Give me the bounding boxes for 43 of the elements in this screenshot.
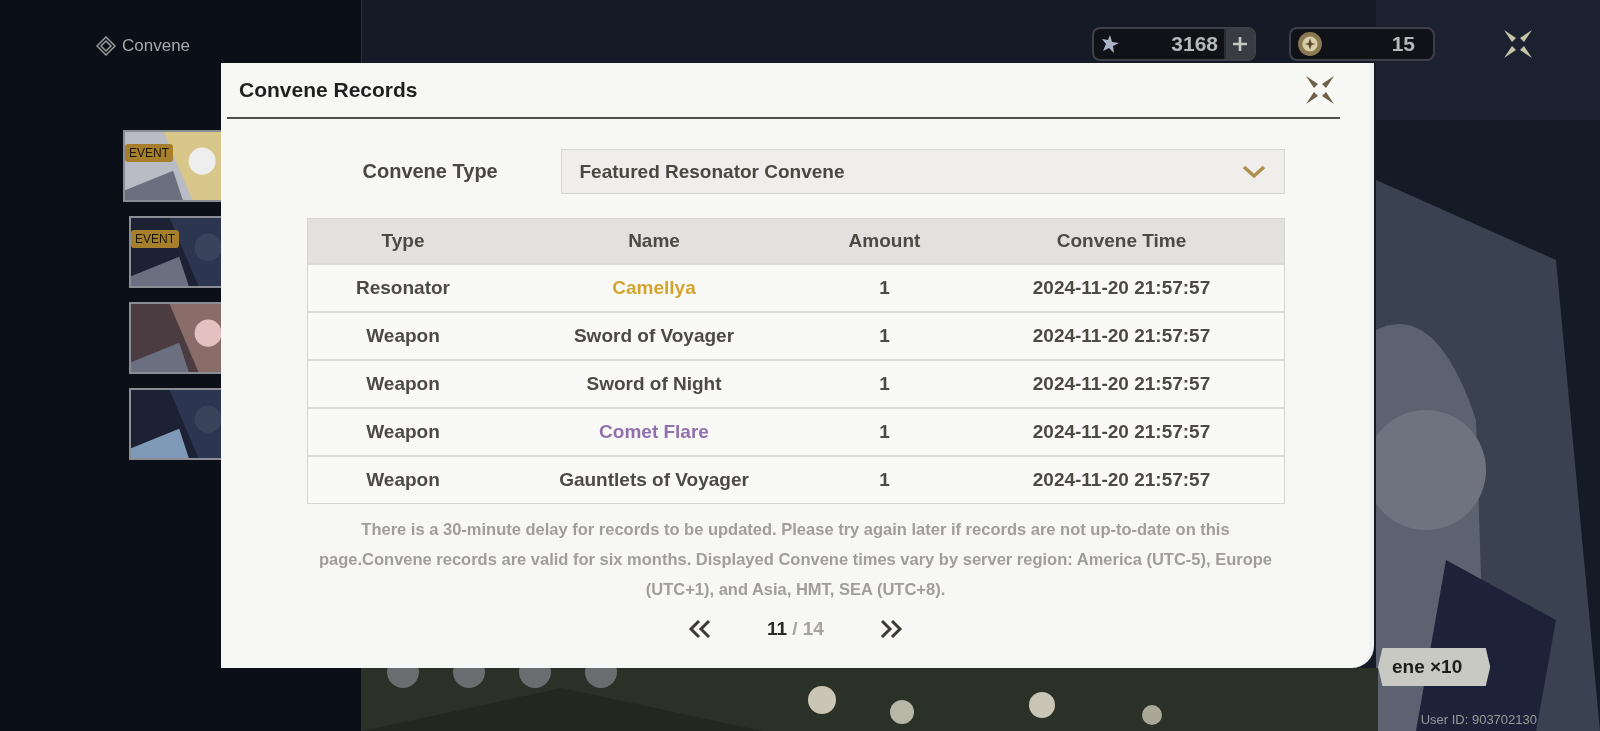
table-cell-text: 1	[878, 324, 891, 348]
dialog-title: Convene Records	[238, 78, 418, 102]
notice-text: There is a 30-minute delay for records to be updated. Please try again later if records are not up-to-date on this page.Convene records are valid for six months. Displayed Convene times vary by server region: America (UTC-5), Europe (UTC+1), and Asia, HMT, SEA (UTC+8).	[318, 519, 1273, 600]
table-cell-text: 2024-11-20 21:57:57	[1031, 468, 1212, 492]
plus-icon	[1232, 36, 1248, 52]
table-cell-text: Gauntlets of Voyager	[558, 468, 750, 492]
type-dropdown[interactable]: Featured Resonator Convene	[560, 149, 1285, 194]
current-page: 11	[767, 618, 788, 640]
add-button[interactable]	[1224, 29, 1254, 59]
page-total: / 14	[792, 618, 824, 640]
table-cell-text: 1	[878, 372, 891, 396]
table-cell-text: 2024-11-20 21:57:57	[1031, 372, 1212, 396]
currency-amount: 3168	[1171, 32, 1219, 56]
table-cell-text: Comet Flare	[598, 420, 710, 444]
table-cell-text: Weapon	[365, 420, 441, 444]
event-badge: EVENT	[131, 230, 179, 248]
table-cell-text: Sword of Voyager	[572, 324, 736, 348]
close-icon[interactable]	[1304, 74, 1336, 106]
column-header: Name	[627, 229, 681, 253]
table-cell-text: Resonator	[355, 276, 451, 300]
double-chevron-left-icon[interactable]	[688, 619, 713, 639]
coin-icon	[1297, 31, 1323, 57]
table-cell-text: 1	[878, 276, 891, 300]
table-cell-text: 1	[878, 468, 891, 492]
table-cell-text: Weapon	[365, 372, 441, 396]
table-cell-text: Weapon	[365, 324, 441, 348]
event-badge: EVENT	[125, 144, 173, 162]
column-header: Amount	[847, 229, 922, 253]
diamond-icon	[96, 36, 116, 56]
table-cell-text: Camellya	[611, 276, 697, 300]
table-cell-text: Sword of Night	[585, 372, 723, 396]
table-cell-text: Weapon	[365, 468, 441, 492]
column-header: Type	[380, 229, 426, 253]
filter-label: Convene Type	[362, 160, 499, 183]
chevron-down-icon	[1241, 164, 1266, 179]
crystal-icon	[1100, 34, 1120, 54]
double-chevron-right-icon[interactable]	[878, 619, 903, 639]
table-cell-text: 2024-11-20 21:57:57	[1031, 324, 1212, 348]
table-cell-text: 1	[878, 420, 891, 444]
page-title-text: Convene	[122, 36, 191, 56]
column-header: Convene Time	[1055, 229, 1188, 253]
table-cell-text: 2024-11-20 21:57:57	[1031, 276, 1212, 300]
table-cell-text: 2024-11-20 21:57:57	[1031, 420, 1212, 444]
